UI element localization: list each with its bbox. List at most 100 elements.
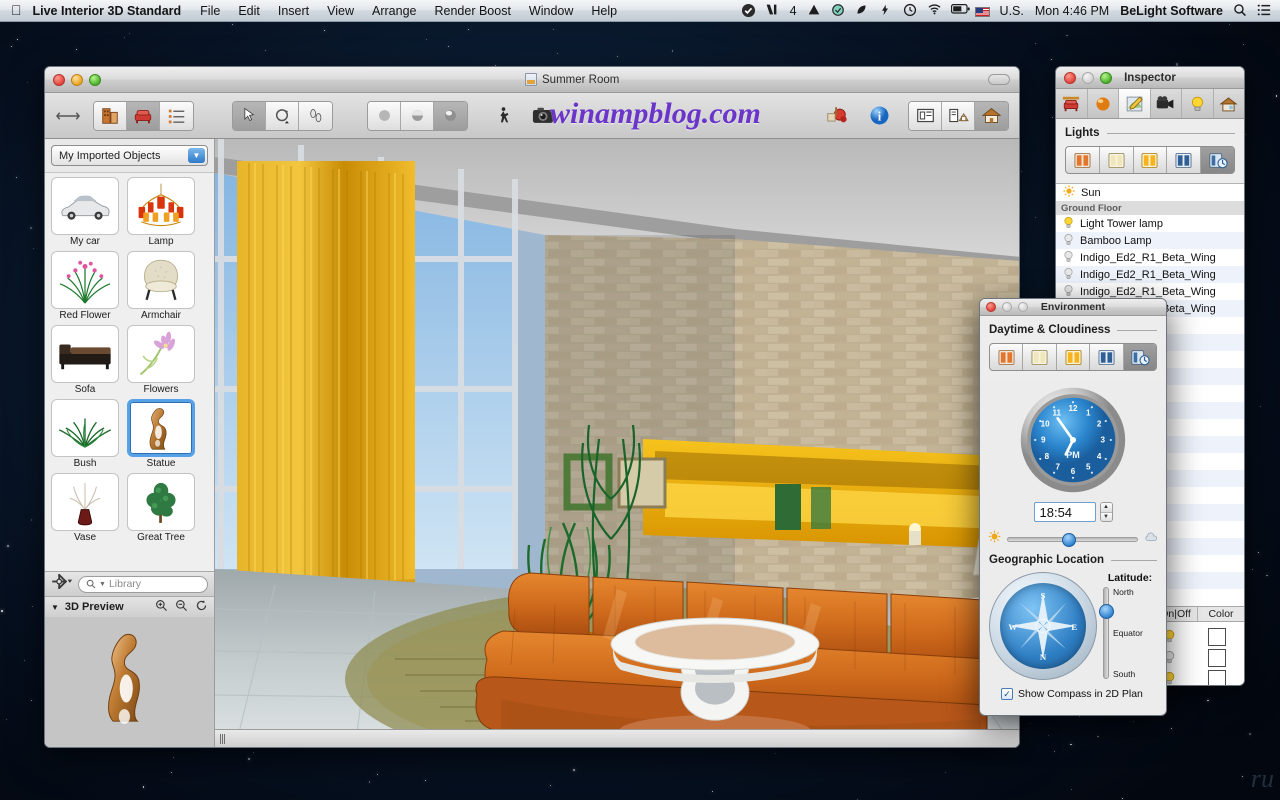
building-view-button[interactable]	[94, 102, 127, 130]
google-drive-icon[interactable]	[807, 3, 822, 18]
minimize-button[interactable]	[1082, 72, 1094, 84]
latitude-slider-knob[interactable]	[1099, 604, 1114, 619]
menu-arrange[interactable]: Arrange	[363, 2, 425, 20]
time-input[interactable]	[1034, 502, 1096, 522]
tab-light[interactable]	[1182, 89, 1214, 118]
analog-clock[interactable]: 12 1 2 345 678 9 10 11 PM	[980, 386, 1166, 494]
environment-window-controls[interactable]	[980, 302, 1028, 312]
zoom-button[interactable]	[1018, 302, 1028, 312]
dropbox-icon[interactable]	[831, 3, 846, 18]
menu-file[interactable]: File	[191, 2, 229, 20]
category-popup-button[interactable]: My Imported Objects ▼	[51, 145, 208, 166]
bulb-off-icon[interactable]	[1063, 267, 1074, 283]
viewport-3d[interactable]	[215, 139, 1019, 747]
rotate-tool-button[interactable]	[266, 102, 299, 130]
evernote-icon[interactable]	[855, 3, 870, 18]
preview-3d-canvas[interactable]	[45, 617, 214, 747]
window-controls[interactable]	[45, 74, 101, 86]
light-row-indigo-1[interactable]: Indigo_Ed2_R1_Beta_Wing	[1056, 249, 1244, 266]
flat-render-button[interactable]	[368, 102, 401, 130]
bulb-off-icon[interactable]	[1063, 233, 1074, 249]
preset-day-button[interactable]	[1100, 147, 1134, 173]
light-row-sun[interactable]: Sun	[1056, 184, 1244, 201]
glossy-render-button[interactable]	[434, 102, 467, 130]
resize-grip-icon[interactable]	[220, 734, 228, 744]
latitude-slider-track[interactable]	[1103, 587, 1109, 679]
main-window-titlebar[interactable]: Summer Room	[45, 67, 1019, 93]
flag-icon[interactable]	[975, 7, 990, 17]
tab-camera[interactable]	[1151, 89, 1183, 118]
tab-material[interactable]	[1088, 89, 1120, 118]
library-item-flowers[interactable]: Flowers	[127, 325, 195, 395]
environment-titlebar[interactable]: Environment	[980, 299, 1166, 316]
checkbox-icon[interactable]: ✓	[1001, 688, 1013, 700]
search-input[interactable]: ▼ Library	[78, 576, 208, 593]
tab-object[interactable]	[1056, 89, 1088, 118]
info-icon[interactable]: i	[864, 101, 894, 131]
list-view-button[interactable]	[160, 102, 193, 130]
light-row-bamboo-lamp[interactable]: Bamboo Lamp	[1056, 232, 1244, 249]
zoom-out-icon[interactable]	[175, 599, 188, 615]
cloudiness-slider-knob[interactable]	[1062, 533, 1076, 547]
preset-night-button[interactable]	[1167, 147, 1201, 173]
light-row-light-tower-lamp[interactable]: Light Tower lamp	[1056, 215, 1244, 232]
preset-dawn-button[interactable]	[990, 344, 1023, 370]
menu-render-boost[interactable]: Render Boost	[425, 2, 519, 20]
3d-view-button[interactable]	[975, 102, 1008, 130]
preset-dawn-button[interactable]	[1066, 147, 1100, 173]
clock-label[interactable]: Mon 4:46 PM	[1034, 2, 1110, 20]
input-source-label[interactable]: U.S.	[999, 2, 1025, 20]
tab-house[interactable]	[1214, 89, 1245, 118]
menu-help[interactable]: Help	[582, 2, 626, 20]
shaded-render-button[interactable]	[401, 102, 434, 130]
library-item-statue[interactable]: Statue	[127, 399, 195, 469]
battery-icon[interactable]	[951, 3, 966, 18]
show-compass-checkbox-row[interactable]: ✓ Show Compass in 2D Plan	[989, 680, 1157, 700]
menu-insert[interactable]: Insert	[269, 2, 318, 20]
light-row-indigo-2[interactable]: Indigo_Ed2_R1_Beta_Wing	[1056, 266, 1244, 283]
preset-night-button[interactable]	[1090, 344, 1123, 370]
library-item-bush[interactable]: Bush	[51, 399, 119, 469]
library-item-armchair[interactable]: Armchair	[127, 251, 195, 321]
compass-rose[interactable]: N S E W	[1000, 583, 1086, 669]
library-item-great-tree[interactable]: Great Tree	[127, 473, 195, 543]
column-header-color[interactable]: Color	[1198, 607, 1244, 621]
bulb-off-icon[interactable]	[1063, 250, 1074, 266]
document-proxy[interactable]: Summer Room	[525, 73, 619, 86]
menu-edit[interactable]: Edit	[229, 2, 269, 20]
split-view-button[interactable]	[942, 102, 975, 130]
menu-window[interactable]: Window	[520, 2, 582, 20]
cloudiness-slider-track[interactable]	[1007, 537, 1138, 542]
preview-header[interactable]: ▼ 3D Preview	[45, 596, 214, 617]
inspector-window-controls[interactable]	[1056, 72, 1112, 84]
preset-custom-time-button[interactable]	[1124, 344, 1156, 370]
select-tool-button[interactable]	[233, 102, 266, 130]
bulb-on-icon[interactable]	[1063, 216, 1074, 232]
adobe-icon[interactable]	[765, 3, 780, 18]
minimize-button[interactable]	[1002, 302, 1012, 312]
library-item-my-car[interactable]: My car	[51, 177, 119, 247]
time-stepper[interactable]: ▲ ▼	[1100, 502, 1113, 522]
furniture-view-button[interactable]	[127, 102, 160, 130]
preset-evening-button[interactable]	[1057, 344, 1090, 370]
color-swatch[interactable]	[1191, 649, 1244, 667]
zoom-button[interactable]	[89, 74, 101, 86]
color-swatch[interactable]	[1191, 628, 1244, 646]
tab-edit[interactable]	[1119, 89, 1151, 118]
minimize-button[interactable]	[71, 74, 83, 86]
library-item-sofa[interactable]: Sofa	[51, 325, 119, 395]
inspector-titlebar[interactable]: Inspector	[1056, 67, 1244, 89]
close-button[interactable]	[53, 74, 65, 86]
search-icon[interactable]	[1233, 3, 1248, 18]
user-name-label[interactable]: BeLight Software	[1119, 2, 1224, 20]
menu-app-name[interactable]: Live Interior 3D Standard	[33, 2, 192, 20]
walk-tool-button[interactable]	[299, 102, 332, 130]
library-item-vase[interactable]: Vase	[51, 473, 119, 543]
reset-icon[interactable]	[195, 599, 208, 615]
menu-view[interactable]: View	[318, 2, 363, 20]
apple-icon[interactable]: 	[0, 2, 33, 20]
preset-evening-button[interactable]	[1134, 147, 1168, 173]
toolbar-toggle-button[interactable]	[988, 74, 1010, 85]
gear-icon[interactable]	[51, 574, 73, 594]
close-button[interactable]	[1064, 72, 1076, 84]
